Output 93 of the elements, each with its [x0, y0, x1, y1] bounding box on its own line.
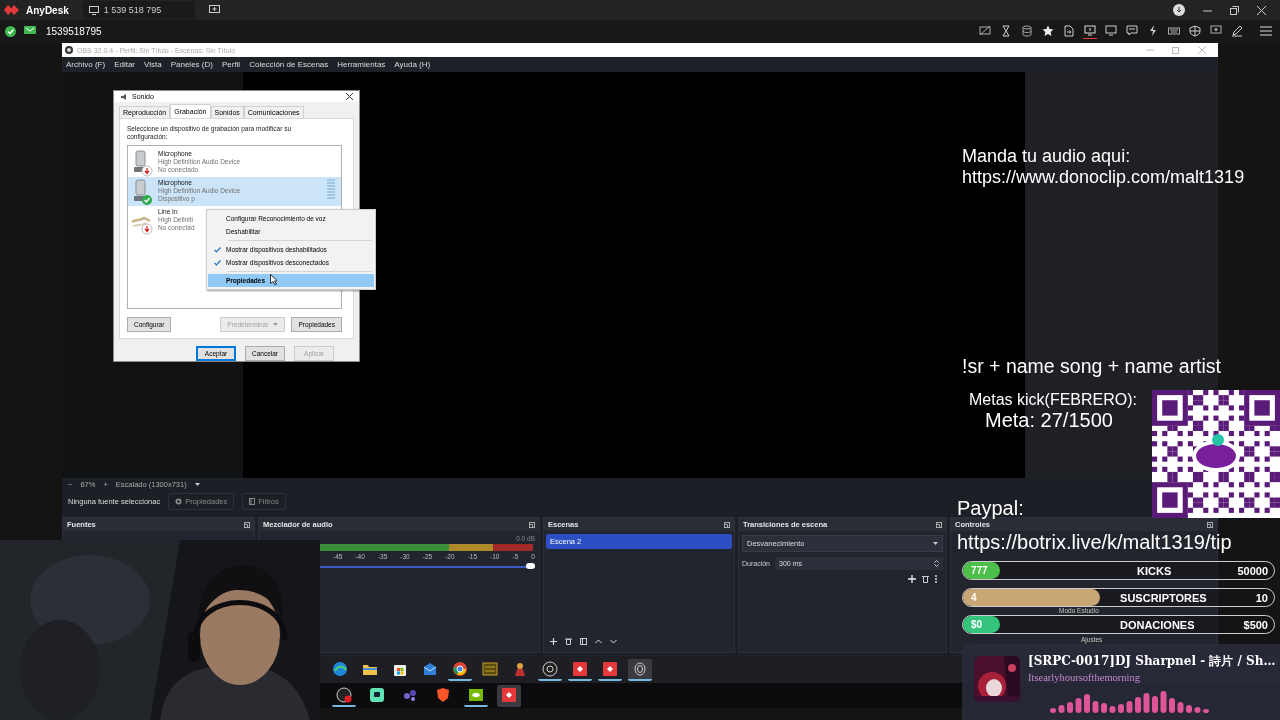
remote-desktop-icon — [501, 686, 517, 703]
game-icon — [482, 660, 498, 677]
cursor-icon — [270, 274, 277, 285]
lightning-icon — [1147, 24, 1159, 37]
overlay-text: Meta: 27/1500 — [985, 409, 1113, 432]
file-transfer-icon — [1063, 24, 1075, 37]
monitor-icon — [88, 5, 99, 15]
monitor-icon — [1210, 24, 1222, 37]
screen-off-icon — [979, 24, 991, 37]
caret-icon[interactable] — [194, 482, 200, 486]
song-artist: Itsearlyhoursofthemorning — [1028, 672, 1141, 683]
recorder-icon — [336, 686, 352, 703]
browser-icon — [332, 660, 348, 677]
hourglass-icon — [1000, 24, 1012, 37]
goal-current: 4 — [971, 592, 978, 603]
overlay-text: https://botrix.live/k/malt1319/tip — [957, 531, 1232, 554]
caret-icon — [273, 323, 279, 326]
menu-item[interactable]: Vista — [144, 60, 162, 69]
plus-icon[interactable] — [550, 638, 557, 645]
shield-icon — [435, 686, 451, 703]
goal-current: 777 — [971, 565, 989, 576]
menu-item[interactable]: Editar — [114, 60, 136, 69]
undock-icon[interactable] — [529, 521, 535, 528]
menu-item[interactable]: Herramientas — [337, 60, 386, 69]
slider-thumb[interactable] — [526, 563, 535, 569]
overlay-text: Paypal: — [957, 497, 1024, 520]
overlay-text: !sr + name song + name artist — [962, 355, 1222, 378]
overlay-text: Manda tu audio aqui: — [962, 146, 1131, 167]
maximize-icon[interactable] — [1230, 5, 1239, 15]
undock-icon[interactable] — [936, 521, 942, 528]
undock-icon[interactable] — [244, 521, 250, 528]
taskbar-button[interactable] — [332, 684, 356, 707]
toolbar-button[interactable] — [999, 23, 1013, 39]
keyboard-icon — [1168, 24, 1180, 37]
spinner-icon — [934, 559, 939, 568]
overlay-text: https://www.donoclip.com/malt1319 — [962, 166, 1245, 188]
monitor-icon — [1105, 24, 1117, 37]
toolbar-button[interactable] — [1188, 23, 1202, 39]
new-session-icon[interactable] — [208, 5, 220, 15]
level-meter-icon — [327, 179, 335, 201]
taskbar-button[interactable] — [497, 684, 521, 707]
session-tab[interactable]: 1 539 518 795 — [82, 1, 195, 19]
menu-item[interactable]: Paneles (D) — [170, 60, 213, 69]
recorder-icon — [542, 660, 558, 677]
mail-icon — [422, 660, 438, 677]
toolbar-button[interactable] — [1230, 23, 1244, 39]
taskbar-button[interactable] — [538, 658, 562, 681]
gpu-icon — [468, 686, 484, 703]
toolbar-button[interactable] — [1020, 23, 1034, 39]
filter-icon[interactable] — [580, 638, 587, 645]
caret-icon — [933, 542, 938, 545]
remote-desktop-icon — [602, 660, 618, 677]
gear-icon — [175, 497, 183, 505]
undock-icon[interactable] — [724, 521, 730, 528]
undock-icon[interactable] — [1207, 521, 1213, 528]
goal-label: KICKS — [1136, 564, 1173, 577]
character-icon — [512, 660, 528, 677]
app-name: AnyDesk — [26, 4, 69, 16]
shield-icon — [1189, 24, 1201, 37]
trash-icon[interactable] — [922, 575, 929, 583]
menu-item[interactable]: Archivo (F) — [66, 60, 106, 69]
song-title: [SRPC-0017]DJ Sharpnel - 詩片 / Sh… — [1028, 653, 1276, 670]
menu-item[interactable]: Colección de Escenas — [249, 60, 329, 69]
fingerprint-icon — [632, 660, 648, 677]
menu-item[interactable]: Ayuda (H) — [394, 60, 431, 69]
filter-icon — [249, 497, 256, 505]
browser-icon — [452, 660, 468, 677]
goal-target: 10 — [1255, 591, 1268, 604]
plus-icon[interactable] — [908, 575, 916, 583]
menu-item[interactable]: Perfil — [221, 60, 241, 69]
goal-label: DONACIONES — [1118, 618, 1196, 631]
goal-current: $0 — [971, 619, 984, 630]
taskbar-button[interactable] — [628, 658, 652, 681]
overlay-text: Metas kick(FEBRERO): — [969, 391, 1137, 410]
goal-target: 50000 — [1237, 564, 1268, 577]
app-logo-icon — [4, 4, 20, 16]
connected-icon — [5, 25, 16, 37]
menu-icon[interactable] — [1260, 26, 1272, 36]
chat-app-icon — [369, 686, 385, 703]
goal-target: $500 — [1243, 618, 1268, 631]
pen-icon — [1231, 24, 1243, 37]
trash-icon[interactable] — [565, 638, 572, 645]
remote-desktop-icon — [572, 660, 588, 677]
address-field[interactable]: 1539518795 — [46, 25, 102, 37]
app-logo-icon — [65, 46, 73, 54]
database-icon — [1021, 24, 1033, 37]
speaker-icon — [120, 92, 128, 101]
monitor-icon — [1084, 24, 1096, 37]
close-icon[interactable] — [346, 93, 353, 100]
toolbar-button[interactable] — [1062, 23, 1076, 39]
goal-label: SUSCRIPTORES — [1119, 591, 1208, 604]
star-icon — [1042, 24, 1054, 37]
download-icon[interactable] — [1173, 4, 1185, 16]
